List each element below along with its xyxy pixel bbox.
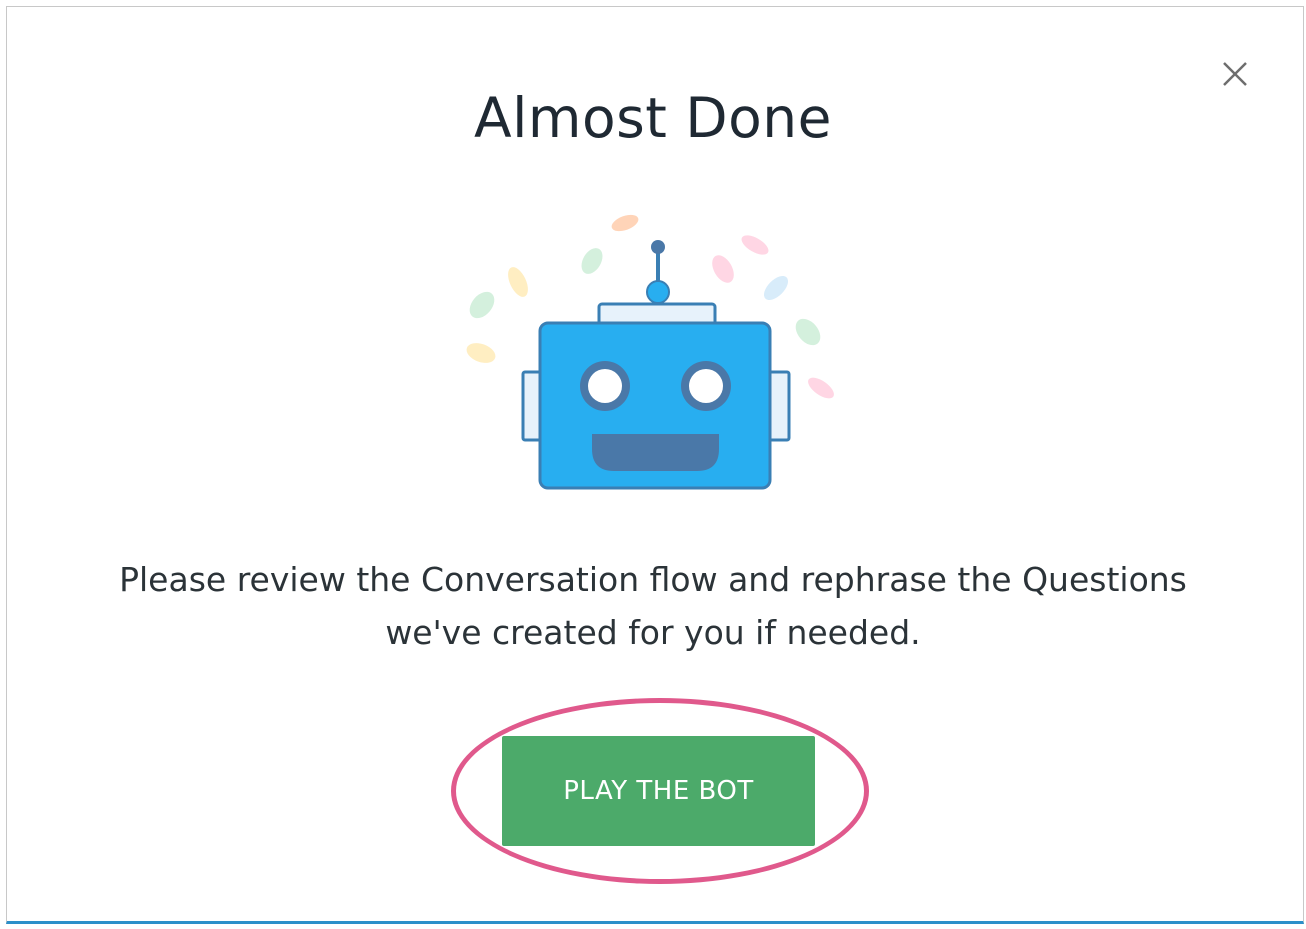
dialog-message: Please review the Conversation flow and …: [0, 553, 1306, 659]
dialog-message-line-2: we've created for you if needed.: [385, 613, 921, 652]
dialog-message-line-1: Please review the Conversation flow and …: [119, 560, 1187, 599]
dialog-title: Almost Done: [473, 86, 833, 150]
play-the-bot-button[interactable]: PLAY THE BOT: [502, 736, 815, 846]
robot-icon: [466, 214, 834, 490]
